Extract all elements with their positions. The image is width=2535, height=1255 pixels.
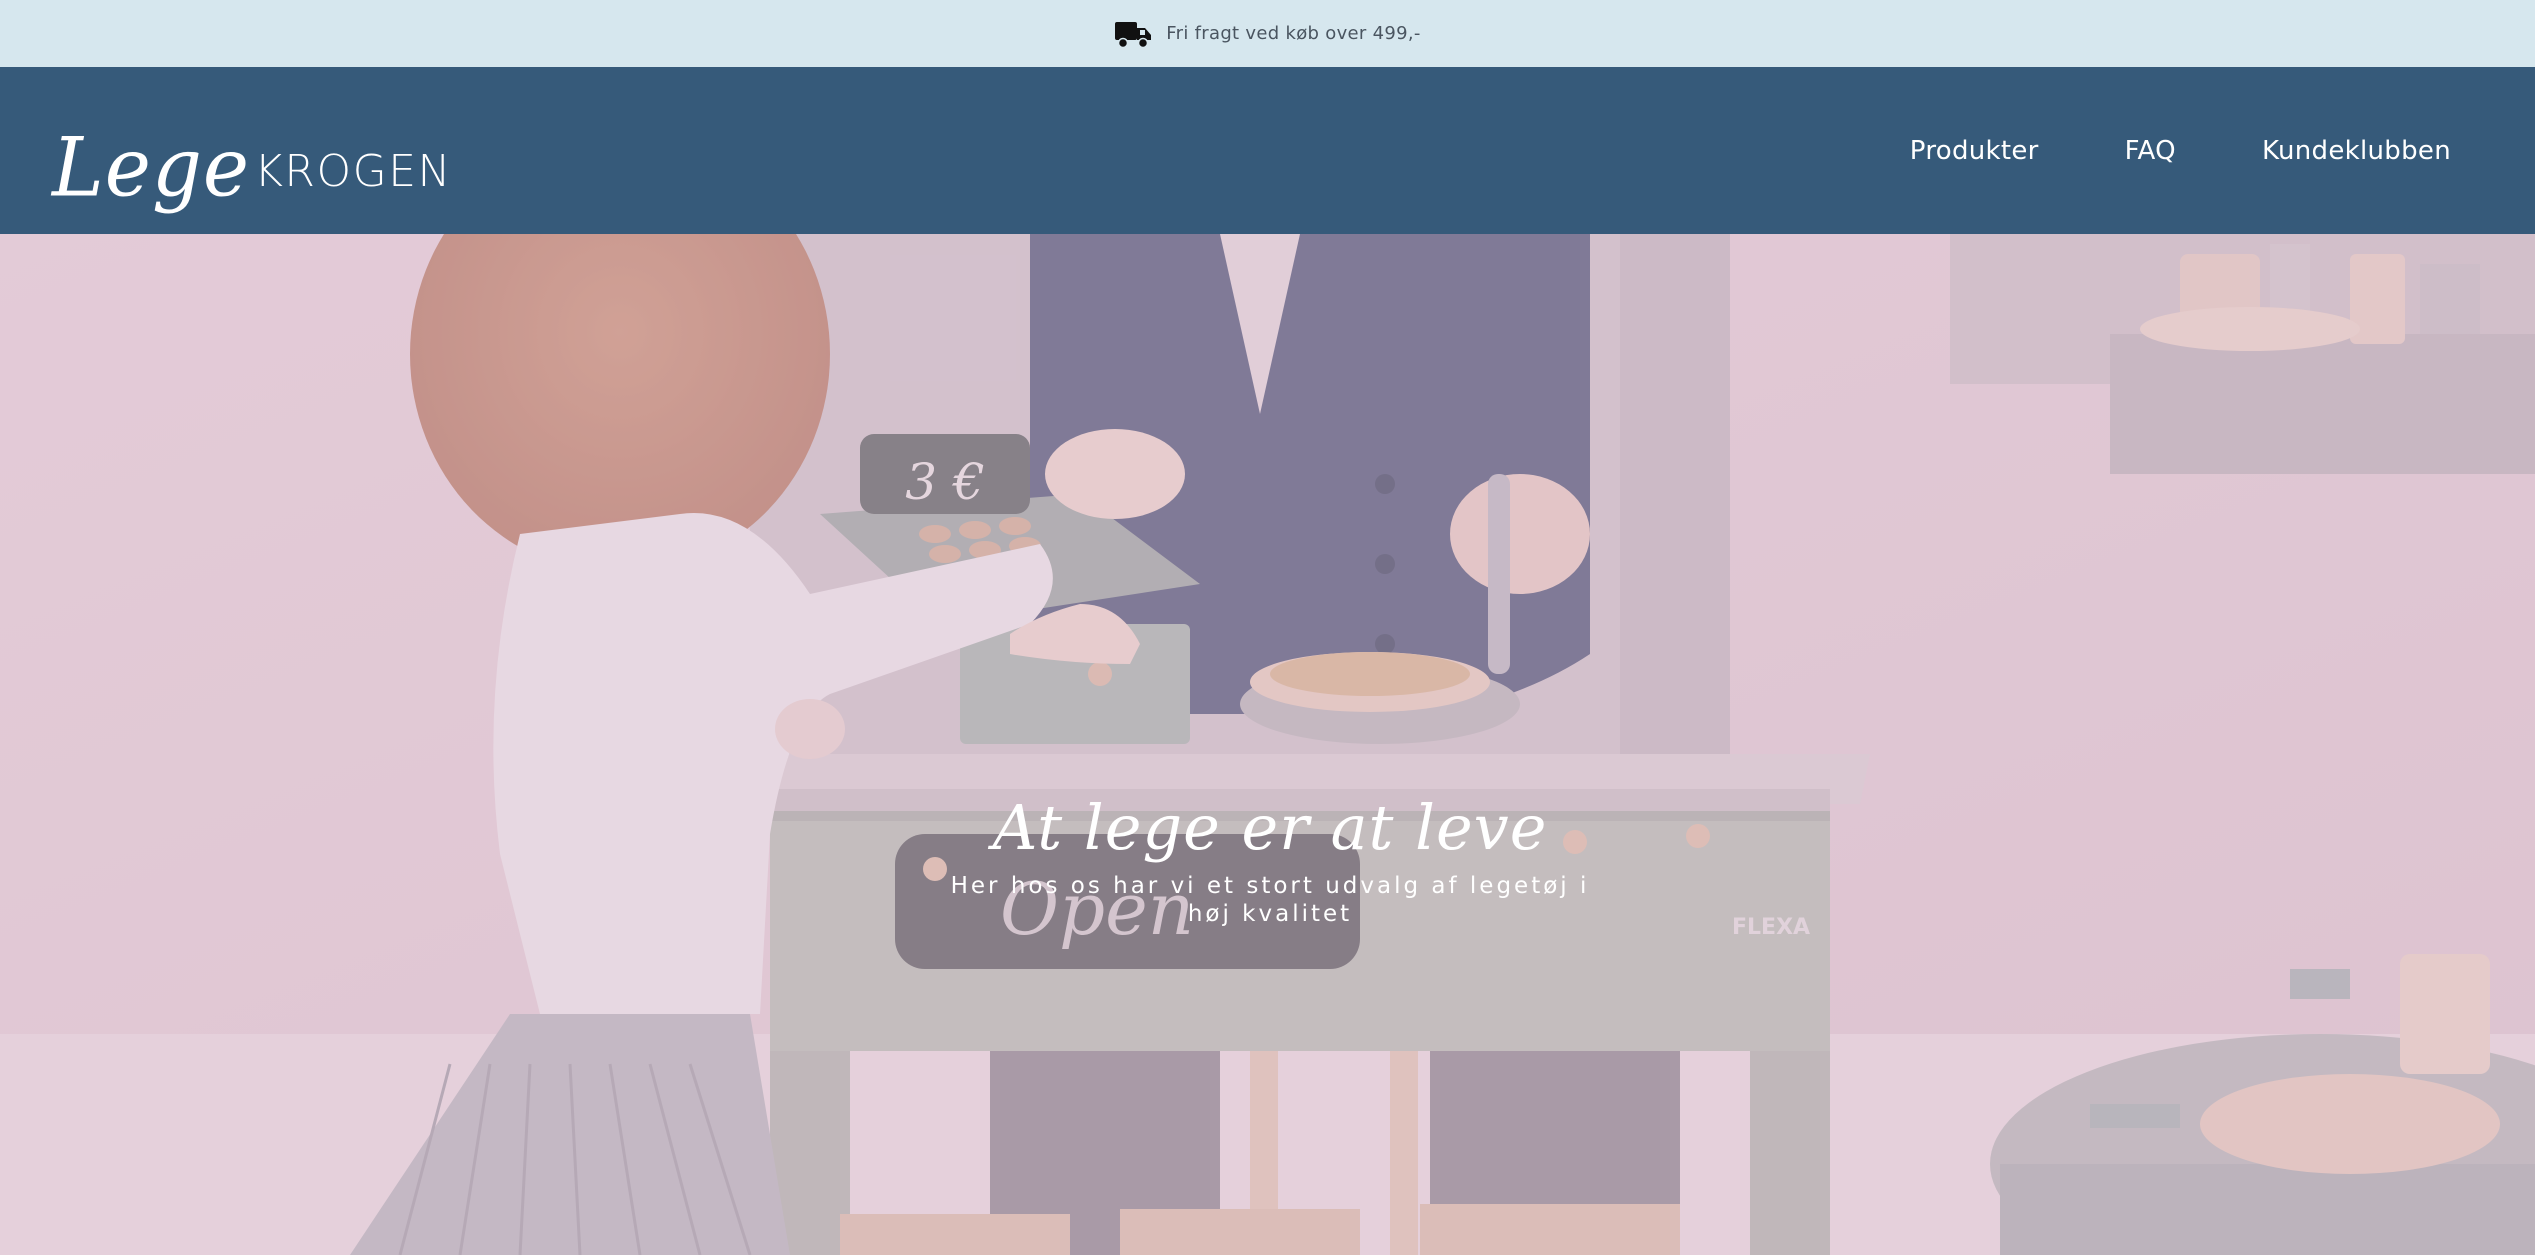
hero-overlay <box>0 234 2535 1255</box>
hero-title: At lege er at leve <box>992 791 1548 864</box>
hero-banner: 3 € Open FLEXA At lege er at leve Her ho… <box>0 234 2535 1255</box>
nav-produkter[interactable]: Produkter <box>1910 136 2039 166</box>
hero-subtitle: Her hos os har vi et stort udvalg af leg… <box>950 873 1590 928</box>
announcement-bar: Fri fragt ved køb over 499,- <box>0 0 2535 67</box>
main-nav: Produkter FAQ Kundeklubben <box>1910 67 2451 234</box>
logo-caps: KROGEN <box>254 146 452 197</box>
announcement-text: Fri fragt ved køb over 499,- <box>1166 23 1421 44</box>
nav-kundeklubben[interactable]: Kundeklubben <box>2262 136 2451 166</box>
logo-script: Lege <box>52 120 251 216</box>
nav-faq[interactable]: FAQ <box>2125 136 2176 166</box>
site-logo[interactable]: Lege KROGEN <box>52 97 452 216</box>
hero-text: At lege er at leve Her hos os har vi et … <box>900 791 1640 928</box>
site-header: Lege KROGEN Produkter FAQ Kundeklubben <box>0 67 2535 234</box>
truck-icon <box>1115 21 1152 48</box>
